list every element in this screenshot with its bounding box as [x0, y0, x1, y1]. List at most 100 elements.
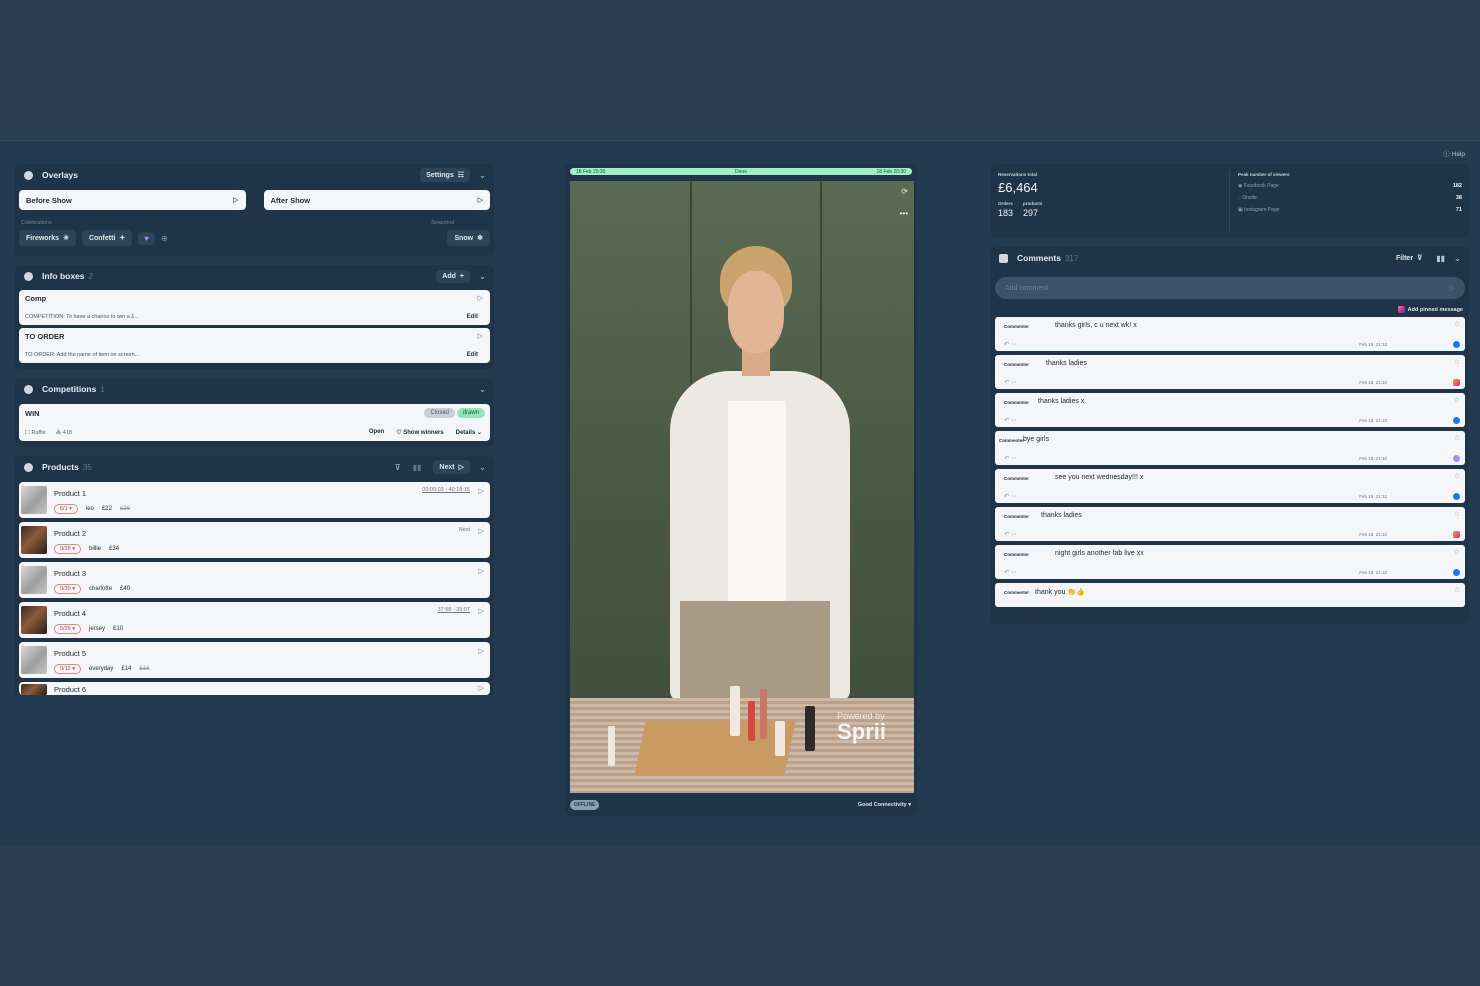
- play-icon[interactable]: ▷: [478, 332, 483, 340]
- snow-button[interactable]: Snow ❄: [447, 230, 490, 246]
- star-icon[interactable]: ☆: [1454, 396, 1460, 404]
- reply-icon[interactable]: ↶ ⋯: [1004, 379, 1017, 386]
- comment-time: Feb 18, 21:32: [1359, 456, 1387, 461]
- play-icon[interactable]: ▷: [479, 647, 484, 655]
- fireworks-button[interactable]: Fireworks ✳: [19, 230, 76, 246]
- info-boxes-title: Info boxes: [42, 271, 85, 281]
- reply-icon[interactable]: ↶ ⋯: [1004, 531, 1017, 538]
- add-info-box-button[interactable]: Add +: [436, 269, 470, 283]
- comment-item[interactable]: Commenter bye girls ☆ ↶ ⋯ Feb 18, 21:32: [995, 431, 1465, 465]
- competition-actions: Open ♡ Show winners Details ⌄: [369, 429, 482, 436]
- play-icon[interactable]: ▷: [479, 487, 484, 495]
- reservations-label: Reservations total: [998, 172, 1038, 177]
- info-boxes-header: Info boxes 2 Add + ⌄: [15, 265, 494, 287]
- commenter-name: Commenter: [1004, 324, 1030, 329]
- before-show-button[interactable]: Before Show ▷: [19, 190, 246, 210]
- stock-pill[interactable]: 5/29 ▾: [54, 624, 82, 634]
- info-boxes-panel: Info boxes 2 Add + ⌄ Comp COMPETITION: To…: [15, 265, 494, 369]
- star-icon[interactable]: ☆: [1454, 510, 1460, 518]
- product-timestamp[interactable]: 37:58 - 39:07: [438, 607, 470, 613]
- reply-icon[interactable]: ↶ ⋯: [1004, 417, 1017, 424]
- reply-icon[interactable]: ↶ ⋯: [1004, 493, 1017, 500]
- comment-item[interactable]: Commenter thanks ladies ☆ ↶ ⋯ Feb 18, 21…: [995, 507, 1465, 541]
- reply-icon[interactable]: ↶ ⋯: [1004, 569, 1017, 576]
- play-icon[interactable]: ▷: [233, 196, 238, 204]
- chevron-down-icon[interactable]: ⌄: [478, 462, 487, 473]
- star-icon[interactable]: ☆: [1454, 320, 1460, 328]
- play-icon[interactable]: ▷: [478, 294, 483, 302]
- play-icon[interactable]: ▷: [479, 684, 484, 692]
- settings-button[interactable]: Settings ☷: [420, 168, 470, 182]
- powered-by-label: Powered by: [837, 711, 885, 721]
- star-icon[interactable]: ☆: [1454, 358, 1460, 366]
- info-box-card[interactable]: Comp COMPETITION: To have a chance to wi…: [19, 290, 490, 325]
- product-timestamp[interactable]: 00:00:03 - 40:18:15: [422, 487, 470, 493]
- chevron-down-icon[interactable]: ⌄: [478, 384, 487, 395]
- competition-card[interactable]: WIN Closed drawn ☐ Raffle ⁂ 418 Open ♡ S…: [19, 404, 490, 441]
- chevron-down-icon[interactable]: ⌄: [1453, 253, 1462, 264]
- add-comment-input[interactable]: Add comment ▷: [995, 277, 1465, 299]
- reply-icon[interactable]: ↶ ⋯: [1004, 455, 1017, 462]
- chevron-down-icon[interactable]: ⌄: [478, 271, 487, 282]
- comment-time: Feb 18, 21:33: [1359, 380, 1387, 385]
- edit-button[interactable]: Edit: [467, 314, 478, 320]
- comment-item[interactable]: Commenter thank you 👏👍 ☆: [995, 583, 1465, 607]
- comment-item[interactable]: Commenter thanks ladies ☆ ↶ ⋯ Feb 18, 21…: [995, 355, 1465, 389]
- reply-icon[interactable]: ↶ ⋯: [1004, 341, 1017, 348]
- star-icon[interactable]: ☆: [1454, 434, 1460, 442]
- show-winners-button[interactable]: ♡ Show winners: [396, 429, 443, 436]
- add-pinned-message-button[interactable]: Add pinned message: [991, 299, 1469, 313]
- help-link[interactable]: ⓘ Help: [1443, 148, 1465, 158]
- play-icon[interactable]: ▷: [479, 607, 484, 615]
- star-icon[interactable]: ☆: [1454, 548, 1460, 556]
- open-button[interactable]: Open: [369, 429, 384, 436]
- stock-pill[interactable]: 0/35 ▾: [54, 544, 82, 554]
- comment-text: thank you 👏👍: [1035, 589, 1085, 596]
- product-meta: 0/30 ▾ charlotte £40: [54, 584, 130, 594]
- filter-button[interactable]: Filter ⊽: [1390, 251, 1428, 265]
- edit-button[interactable]: Edit: [467, 352, 478, 358]
- more-icon[interactable]: •••: [900, 209, 908, 218]
- stock-value: 0/35: [60, 546, 71, 552]
- product-row[interactable]: Product 6 ▷: [19, 682, 490, 695]
- play-icon[interactable]: ▷: [479, 567, 484, 575]
- comment-item[interactable]: Commenter thanks girls, c u next wk! x ☆…: [995, 317, 1465, 351]
- snow-label: Snow: [454, 234, 474, 242]
- stock-pill[interactable]: 6/1 ▾: [54, 504, 78, 514]
- product-row[interactable]: Product 4 5/29 ▾ jersey £10 37:58 - 39:0…: [19, 602, 490, 638]
- product-row[interactable]: Product 2 0/35 ▾ billie £34 Next ▷: [19, 522, 490, 558]
- after-show-button[interactable]: After Show ▷: [263, 190, 490, 210]
- filter-icon[interactable]: ⊽: [395, 463, 401, 472]
- wifi-icon: ▾: [908, 802, 911, 808]
- play-icon[interactable]: ▷: [479, 527, 484, 535]
- heart-button[interactable]: ♥: [138, 231, 156, 245]
- product-row[interactable]: Product 1 6/1 ▾ leo £22 £36 00:00:03 - 4…: [19, 482, 490, 518]
- comment-item[interactable]: Commenter see you next wednesday!!! x ☆ …: [995, 469, 1465, 503]
- stream-timeline[interactable]: 18 Feb 20:30 Done 18 Feb 20:30: [570, 168, 912, 175]
- product-row[interactable]: Product 3 0/30 ▾ charlotte £40 ▷: [19, 562, 490, 598]
- before-show-label: Before Show: [26, 195, 72, 205]
- send-icon[interactable]: ▷: [1450, 284, 1455, 292]
- confetti-button[interactable]: Confetti ✦: [81, 230, 133, 246]
- stock-pill[interactable]: 0/12 ▾: [54, 664, 82, 674]
- chevron-down-icon[interactable]: ⌄: [478, 170, 487, 181]
- comments-title: Comments: [1017, 253, 1061, 263]
- info-box-card[interactable]: TO ORDER TO ORDER: Add the name of item …: [19, 328, 490, 363]
- stock-pill[interactable]: 0/30 ▾: [54, 584, 82, 594]
- star-icon[interactable]: ☆: [1454, 472, 1460, 480]
- play-icon[interactable]: ▷: [478, 196, 483, 204]
- product-price: £34: [109, 546, 120, 552]
- add-celebration-icon[interactable]: ⊕: [161, 234, 168, 243]
- comment-item[interactable]: Commenter night girls another fab live x…: [995, 545, 1465, 579]
- pause-icon[interactable]: ▮▮: [1436, 254, 1445, 263]
- instagram-icon: [1453, 531, 1460, 538]
- viewer-count: 38: [1455, 195, 1462, 201]
- product-row[interactable]: Product 5 0/12 ▾ everyday £14 £16 ▷: [19, 642, 490, 678]
- next-product-button[interactable]: Next ▷: [433, 460, 470, 474]
- comment-item[interactable]: Commenter thanks ladies x ☆ ↶ ⋯ Feb 18, …: [995, 393, 1465, 427]
- details-button[interactable]: Details ⌄: [456, 429, 482, 436]
- share-icon[interactable]: ⟳: [901, 187, 908, 196]
- sales-stats: Reservations total £6,464 Orders 183 prod…: [998, 172, 1042, 218]
- pause-icon[interactable]: ▮▮: [413, 463, 422, 472]
- star-icon[interactable]: ☆: [1454, 586, 1460, 594]
